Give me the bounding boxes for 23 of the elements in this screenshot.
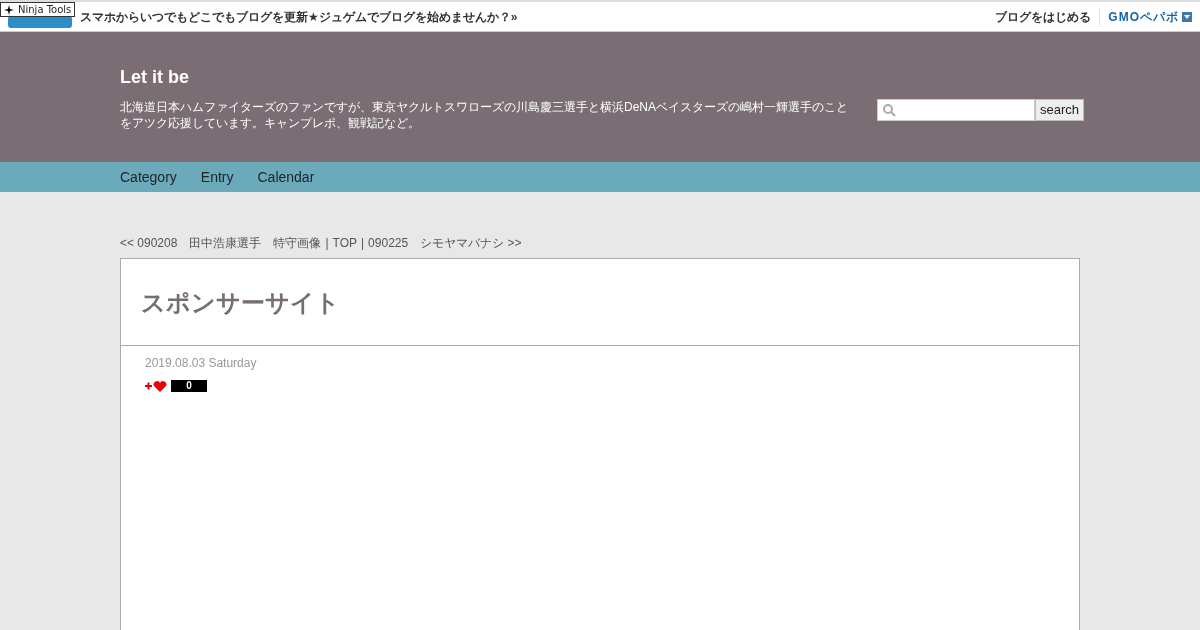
blog-title[interactable]: Let it be <box>120 64 1084 91</box>
search-button[interactable]: search <box>1034 99 1084 121</box>
search-field[interactable] <box>876 99 1035 121</box>
search-icon <box>882 103 896 117</box>
start-blog-link[interactable]: ブログをはじめる <box>995 7 1101 26</box>
entry-title: スポンサーサイト <box>121 259 1079 346</box>
next-entry-link[interactable]: 090225 シモヤマバナシ >> <box>368 236 522 250</box>
previous-entry-link[interactable]: << 090208 田中浩康選手 特守画像 <box>120 236 322 250</box>
company-logo[interactable]: GMOペパボ <box>1108 7 1179 26</box>
nav-link[interactable]: Calendar <box>257 166 315 188</box>
top-link[interactable]: TOP <box>332 236 357 250</box>
shuriken-icon <box>4 4 14 15</box>
blog-description: 北海道日本ハムファイターズのファンですが、東京ヤクルトスワローズの川島慶三選手と横浜DeNAベイスターズの嶋村一輝選手のことをアツク応援しています。キャンプレポ、観戦記など。 <box>120 99 849 132</box>
like-count: 0 <box>171 380 207 392</box>
nav-link[interactable]: Entry <box>200 166 234 188</box>
nav-link[interactable]: Category <box>120 166 177 188</box>
separator: | <box>325 236 329 250</box>
entry-date: 2019.08.03 Saturday <box>145 355 258 372</box>
separator: | <box>361 236 365 250</box>
like-icon[interactable] <box>145 380 167 392</box>
ninja-tools-badge[interactable]: Ninja Tools <box>0 2 76 17</box>
dropdown-icon[interactable] <box>1182 11 1192 22</box>
banner-link[interactable]: スマホからいつでもどこでもブログを更新★ジュゲムでブログを始めませんか？» <box>80 7 518 26</box>
